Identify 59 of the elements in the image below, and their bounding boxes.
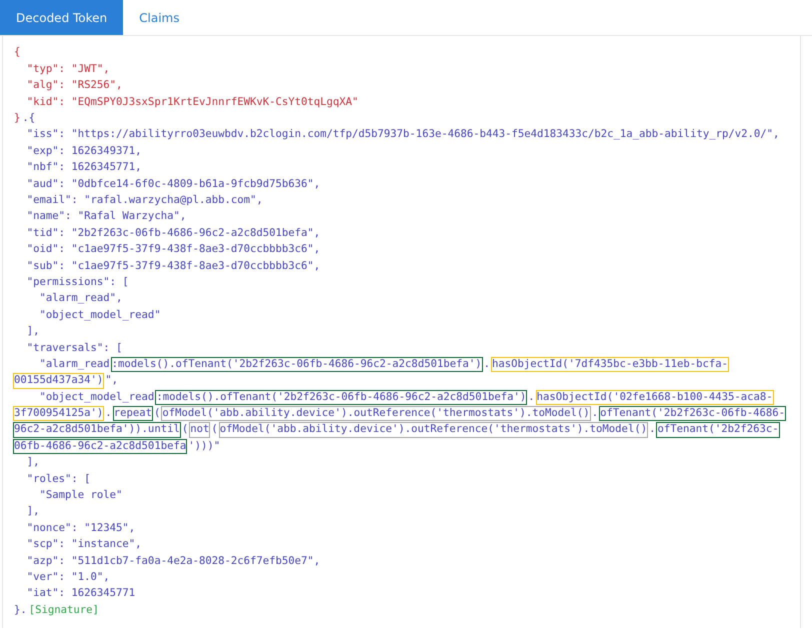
highlight-box: ofTenant('2b2f263c- xyxy=(656,422,780,438)
code-text: ( xyxy=(210,422,219,438)
highlight-box: ofTenant('2b2f263c-06fb-4686- xyxy=(599,406,786,422)
highlight-box: 06fb-4686-96c2-a2c8d501befa xyxy=(13,438,188,454)
code-text: "tid": "2b2f263c-06fb-4686-96c2-a2c8d501befa", xyxy=(26,226,322,241)
code-text: "object_model_read" xyxy=(38,308,162,323)
code-text: "ver": "1.0", xyxy=(26,570,111,585)
code-text: "traversals": [ xyxy=(26,340,124,356)
highlight-box: :models().ofTenant('2b2f263c-06fb-4686-96c2-a2c8d501befa') xyxy=(155,390,528,406)
code-text: "alarm_read", xyxy=(38,291,124,306)
code-text: [Signature] xyxy=(28,602,100,618)
code-text: "nonce": "12345", xyxy=(26,520,136,536)
code-text: "oid": "c1ae97f5-37f9-438f-8ae3-d70ccbbbb3c6", xyxy=(26,242,322,258)
highlight-box: ofModel('abb.ability.device').outReference('thermostats').toModel() xyxy=(218,422,648,438)
code-text: ], xyxy=(26,324,41,340)
code-text: "name": "Rafal Warzycha", xyxy=(26,209,188,224)
highlight-box: ofModel('abb.ability.device').outReference('thermostats').toModel() xyxy=(161,406,591,422)
tab[interactable]: Claims xyxy=(123,0,196,35)
highlight-box: repeat xyxy=(112,406,153,422)
code-text: "Sample role" xyxy=(38,488,124,504)
code-text: "alg": "RS256", xyxy=(26,78,124,94)
code-text: "iss": "https://abilityrro03euwbdv.b2clogin.com/tfp/d5b7937b-163e-4686-b443-f5e4d183433c/b2c_1a_abb-ability_rp/v2.0/", xyxy=(26,127,780,142)
code-text: "object_model_read xyxy=(38,390,156,405)
highlight-box: :models().ofTenant('2b2f263c-06fb-4686-96c2-a2c8d501befa') xyxy=(110,356,483,372)
highlight-box: not xyxy=(189,422,210,438)
code-text: "alarm_read xyxy=(38,356,111,372)
code-text: "kid": "EQmSPY0J3sxSpr1KrtEvJnnrfEWKvK-CsYt0tqLgqXA" xyxy=(26,94,360,110)
highlight-box: hasObjectId('7df435bc-e3bb-11eb-bcfa- xyxy=(491,356,729,372)
code-text: .{ xyxy=(21,111,36,126)
code-text: "exp": 1626349371, xyxy=(26,144,143,159)
code-text: . xyxy=(104,406,113,422)
code-text: "sub": "c1ae97f5-37f9-438f-8ae3-d70ccbbbb3c6", xyxy=(26,258,322,274)
code-text: "permissions": [ xyxy=(26,274,130,290)
code-text: }. xyxy=(13,602,28,618)
code-text: . xyxy=(648,422,656,438)
code-text: "aud": "0dbfce14-6f0c-4809-b61a-9fcb9d75b636", xyxy=(26,176,322,192)
highlight-box: 3f700954125a') xyxy=(13,406,104,422)
code-text: } xyxy=(13,111,22,126)
code-text: "iat": 1626345771 xyxy=(26,586,136,602)
code-text: ], xyxy=(26,504,41,520)
code-text: ( xyxy=(152,406,162,422)
code-text: . xyxy=(482,356,491,372)
code-text: { xyxy=(13,45,22,60)
code-text: "typ": "JWT", xyxy=(26,62,111,77)
code-text: "azp": "511d1cb7-fa0a-4e2a-8028-2c6f7efb50e7", xyxy=(26,554,322,569)
highlight-box: 00155d437a34') xyxy=(13,373,104,389)
code-text: . xyxy=(590,406,600,422)
code-text: . xyxy=(527,390,536,405)
code-text: ( xyxy=(180,422,190,438)
code-text: "roles": [ xyxy=(26,472,92,487)
code-text: "nbf": 1626345771, xyxy=(26,160,143,176)
code-text: "scp": "instance", xyxy=(26,537,143,552)
highlight-box: hasObjectId('02fe1668-b100-4435-aca8- xyxy=(536,390,774,406)
code-text: ], xyxy=(26,455,41,470)
highlight-box: 96c2-a2c8d501befa')).until xyxy=(13,422,181,438)
tab[interactable]: Decoded Token xyxy=(0,0,124,35)
code-text: "email": "rafal.warzycha@pl.abb.com", xyxy=(26,193,264,208)
code-text: ", xyxy=(104,373,120,388)
code-text: ')))" xyxy=(187,438,222,454)
